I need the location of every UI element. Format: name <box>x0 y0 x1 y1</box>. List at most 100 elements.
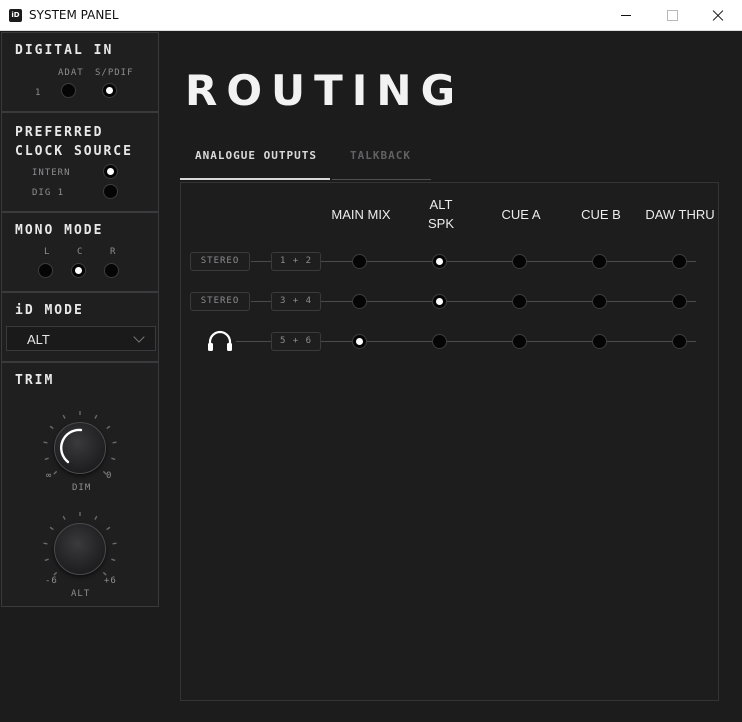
page-title: ROUTING <box>185 66 465 115</box>
alt-min-label: -6 <box>45 576 58 586</box>
tab-talkback[interactable]: TALKBACK <box>350 149 411 163</box>
digital-in-index: 1 <box>35 88 42 98</box>
scale-tick <box>112 441 117 444</box>
chevron-down-icon <box>133 331 145 343</box>
channel-pair-label: 5 + 6 <box>271 332 321 351</box>
mono-mode-panel: MONO MODE L C R <box>1 212 159 292</box>
routing-matrix: MAIN MIX ALT SPK CUE A CUE B DAW THRU ST <box>180 182 719 701</box>
scale-tick <box>62 414 66 419</box>
id-mode-value: ALT <box>27 332 50 347</box>
column-header-daw-thru: DAW THRU <box>645 205 715 224</box>
route-led-r3-alt-spk[interactable] <box>432 334 447 349</box>
route-led-r3-main-mix[interactable] <box>352 334 367 349</box>
adat-label: ADAT <box>58 68 84 78</box>
mono-mode-title: MONO MODE <box>15 223 104 238</box>
scale-tick <box>106 425 111 430</box>
route-led-r1-daw-thru[interactable] <box>672 254 687 269</box>
digital-in-panel: DIGITAL IN ADAT S/PDIF 1 <box>1 32 159 112</box>
routing-main: ROUTING ANALOGUE OUTPUTS TALKBACK MAIN M… <box>160 31 742 722</box>
mono-r-led[interactable] <box>104 263 119 278</box>
title-bar: iD SYSTEM PANEL <box>0 0 742 31</box>
scale-tick <box>49 425 54 430</box>
scale-tick <box>111 457 116 461</box>
scale-tick <box>102 571 107 576</box>
dig1-led[interactable] <box>103 184 118 199</box>
alt-knob[interactable] <box>54 523 106 575</box>
route-led-r1-alt-spk[interactable] <box>432 254 447 269</box>
column-header-alt-spk: ALT SPK <box>406 195 476 233</box>
route-led-r3-daw-thru[interactable] <box>672 334 687 349</box>
trim-panel: TRIM ∞ 0 DIM -6 +6 ALT <box>1 362 159 607</box>
route-led-r1-cue-b[interactable] <box>592 254 607 269</box>
tab-analogue-outputs[interactable]: ANALOGUE OUTPUTS <box>195 149 317 163</box>
clock-source-title-2: CLOCK SOURCE <box>15 144 133 159</box>
dim-knob[interactable] <box>54 422 106 474</box>
channel-pair-label: 3 + 4 <box>271 292 321 311</box>
scale-tick <box>43 441 48 444</box>
channel-pair-label: 1 + 2 <box>271 252 321 271</box>
headphones-icon <box>208 330 232 351</box>
mono-c-led[interactable] <box>71 263 86 278</box>
spdif-led[interactable] <box>102 83 117 98</box>
dim-knob-arc-icon <box>60 428 83 464</box>
route-led-r1-main-mix[interactable] <box>352 254 367 269</box>
scale-tick <box>62 515 66 520</box>
scale-tick <box>53 571 58 576</box>
dig1-label: DIG 1 <box>32 188 65 198</box>
route-led-r2-cue-b[interactable] <box>592 294 607 309</box>
column-header-main-mix: MAIN MIX <box>326 205 396 224</box>
column-header-line: CUE A <box>501 207 541 222</box>
scale-tick <box>106 526 111 531</box>
scale-tick <box>44 457 49 461</box>
mono-c-label: C <box>77 247 84 257</box>
alt-max-label: +6 <box>104 576 117 586</box>
dim-max-label: 0 <box>106 471 113 481</box>
clock-source-title-1: PREFERRED <box>15 125 104 140</box>
mono-r-label: R <box>110 247 117 257</box>
sidebar: DIGITAL IN ADAT S/PDIF 1 PREFERRED CLOCK… <box>0 31 160 722</box>
scale-tick <box>49 526 54 531</box>
scale-tick <box>111 558 116 562</box>
scale-tick <box>43 542 48 545</box>
tab-divider <box>332 179 431 180</box>
spdif-label: S/PDIF <box>95 68 134 78</box>
stereo-badge[interactable]: STEREO <box>190 252 250 271</box>
id-mode-select[interactable]: ALT <box>6 326 156 351</box>
dim-min-label: ∞ <box>46 471 53 481</box>
adat-led[interactable] <box>61 83 76 98</box>
route-led-r2-daw-thru[interactable] <box>672 294 687 309</box>
alt-label: ALT <box>71 589 91 599</box>
column-header-line: SPK <box>427 216 454 231</box>
column-header-line: ALT <box>429 197 453 212</box>
minimize-button[interactable] <box>603 0 649 31</box>
route-led-r2-main-mix[interactable] <box>352 294 367 309</box>
trim-title: TRIM <box>15 373 55 388</box>
id-mode-title: iD MODE <box>15 303 84 318</box>
maximize-button[interactable] <box>649 0 695 31</box>
intern-led[interactable] <box>103 164 118 179</box>
mono-l-led[interactable] <box>38 263 53 278</box>
stereo-badge[interactable]: STEREO <box>190 292 250 311</box>
route-led-r2-alt-spk[interactable] <box>432 294 447 309</box>
alt-knob-control <box>35 504 125 584</box>
mono-l-label: L <box>44 247 51 257</box>
dim-label: DIM <box>72 483 92 493</box>
intern-label: INTERN <box>32 168 71 178</box>
route-led-r3-cue-b[interactable] <box>592 334 607 349</box>
active-tab-indicator <box>180 178 330 180</box>
close-button[interactable] <box>695 0 741 31</box>
scale-tick <box>112 542 117 545</box>
route-led-r2-cue-a[interactable] <box>512 294 527 309</box>
id-mode-panel: iD MODE ALT <box>1 292 159 362</box>
column-header-line: CUE B <box>581 207 621 222</box>
scale-tick <box>44 558 49 562</box>
column-header-line: MAIN MIX <box>331 207 391 222</box>
app-body: DIGITAL IN ADAT S/PDIF 1 PREFERRED CLOCK… <box>0 31 742 722</box>
route-led-r1-cue-a[interactable] <box>512 254 527 269</box>
window-title: SYSTEM PANEL <box>29 8 119 22</box>
clock-source-panel: PREFERRED CLOCK SOURCE INTERN DIG 1 <box>1 112 159 212</box>
digital-in-title: DIGITAL IN <box>15 43 114 58</box>
column-header-cue-a: CUE A <box>486 205 556 224</box>
scale-tick <box>94 515 98 520</box>
route-led-r3-cue-a[interactable] <box>512 334 527 349</box>
